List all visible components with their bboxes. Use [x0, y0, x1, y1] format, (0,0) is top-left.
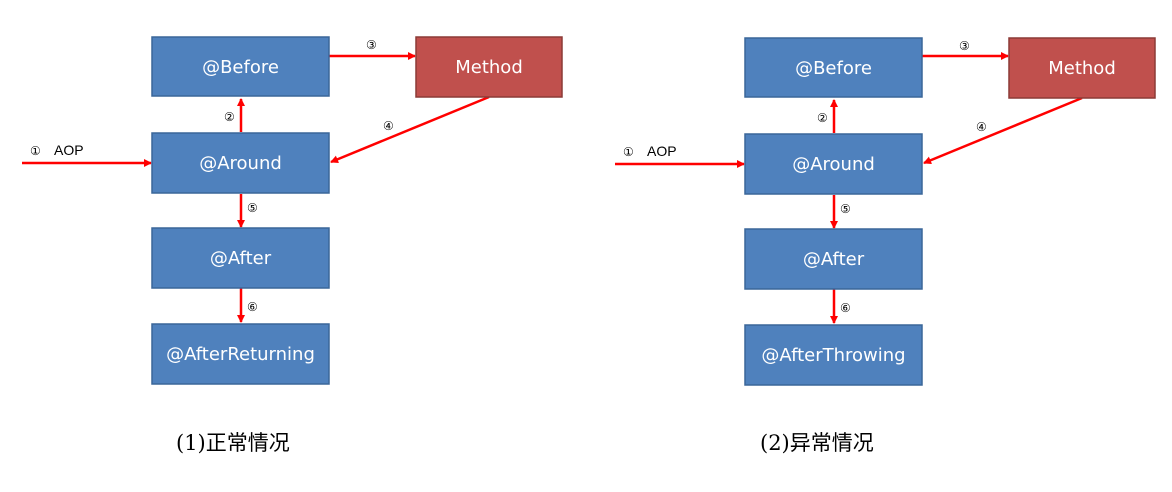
- step-4-label: ④: [383, 119, 394, 133]
- step-5-label: ⑤: [247, 201, 258, 215]
- box-method-label: Method: [1048, 58, 1116, 79]
- diagram-normal: @Before Method @Around @After @AfterRetu…: [22, 36, 563, 455]
- step-2-label: ②: [817, 111, 828, 125]
- step-1-label: ①: [623, 145, 634, 159]
- box-method: Method: [1008, 37, 1156, 99]
- arrow-method-to-around: [330, 95, 490, 164]
- step-2-label: ②: [224, 110, 235, 124]
- step-6-label: ⑥: [247, 300, 258, 314]
- box-method: Method: [415, 36, 563, 98]
- box-before-label: @Before: [202, 57, 279, 78]
- box-after: @After: [151, 227, 330, 289]
- box-around: @Around: [744, 133, 923, 195]
- box-before: @Before: [151, 36, 330, 97]
- box-method-label: Method: [455, 57, 523, 78]
- step-3-label: ③: [366, 38, 377, 52]
- box-before-label: @Before: [795, 58, 872, 79]
- box-around-label: @Around: [199, 153, 282, 174]
- box-after-throwing: @AfterThrowing: [744, 324, 923, 386]
- step-4-label: ④: [976, 120, 987, 134]
- box-after-returning: @AfterReturning: [151, 323, 330, 385]
- step-5-label: ⑤: [840, 202, 851, 216]
- box-around-label: @Around: [792, 154, 875, 175]
- aop-label: AOP: [54, 142, 84, 158]
- box-before: @Before: [744, 37, 923, 98]
- box-around: @Around: [151, 132, 330, 194]
- box-after-returning-label: @AfterReturning: [166, 344, 315, 365]
- step-1-label: ①: [30, 144, 41, 158]
- step-6-label: ⑥: [840, 301, 851, 315]
- caption-exception: (2)异常情况: [760, 431, 874, 455]
- box-after: @After: [744, 228, 923, 290]
- aop-label: AOP: [647, 143, 677, 159]
- arrow-method-to-around: [923, 96, 1083, 165]
- box-after-throwing-label: @AfterThrowing: [761, 345, 905, 366]
- aop-flow-diagrams: @Before Method @Around @After @AfterRetu…: [22, 36, 1156, 455]
- caption-normal: (1)正常情况: [176, 431, 290, 455]
- step-3-label: ③: [959, 39, 970, 53]
- box-after-label: @After: [210, 248, 272, 269]
- diagram-exception: @Before Method @Around @After @AfterThro…: [615, 37, 1156, 455]
- box-after-label: @After: [803, 249, 865, 270]
